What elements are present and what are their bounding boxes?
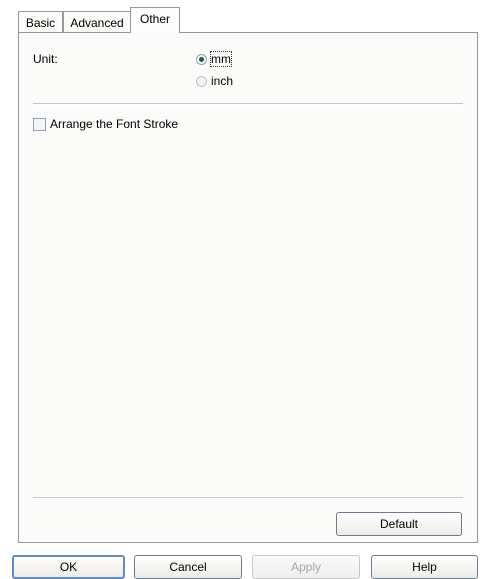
- apply-button: Apply: [252, 555, 360, 579]
- properties-dialog: Basic Advanced Other Unit: mm inch Arran…: [0, 0, 483, 579]
- tab-basic[interactable]: Basic: [18, 11, 63, 32]
- arrange-font-stroke-label: Arrange the Font Stroke: [50, 117, 179, 131]
- arrange-font-stroke-option[interactable]: Arrange the Font Stroke: [33, 117, 178, 131]
- radio-inch-label: inch: [211, 74, 234, 88]
- default-button[interactable]: Default: [336, 512, 462, 536]
- tab-advanced[interactable]: Advanced: [63, 11, 131, 32]
- separator-top: [33, 103, 463, 105]
- tab-other[interactable]: Other: [130, 7, 180, 33]
- radio-mm[interactable]: [196, 53, 207, 65]
- cancel-button[interactable]: Cancel: [134, 555, 242, 579]
- separator-bottom: [33, 497, 463, 499]
- tab-panel-other: [18, 32, 478, 543]
- unit-option-inch[interactable]: inch: [196, 73, 233, 89]
- ok-button[interactable]: OK: [12, 555, 125, 579]
- unit-label: Unit:: [33, 52, 58, 66]
- arrange-font-stroke-checkbox[interactable]: [33, 117, 46, 131]
- radio-mm-label: mm: [210, 51, 232, 67]
- unit-option-mm[interactable]: mm: [196, 51, 232, 67]
- help-button[interactable]: Help: [371, 555, 478, 579]
- radio-inch[interactable]: [196, 75, 207, 87]
